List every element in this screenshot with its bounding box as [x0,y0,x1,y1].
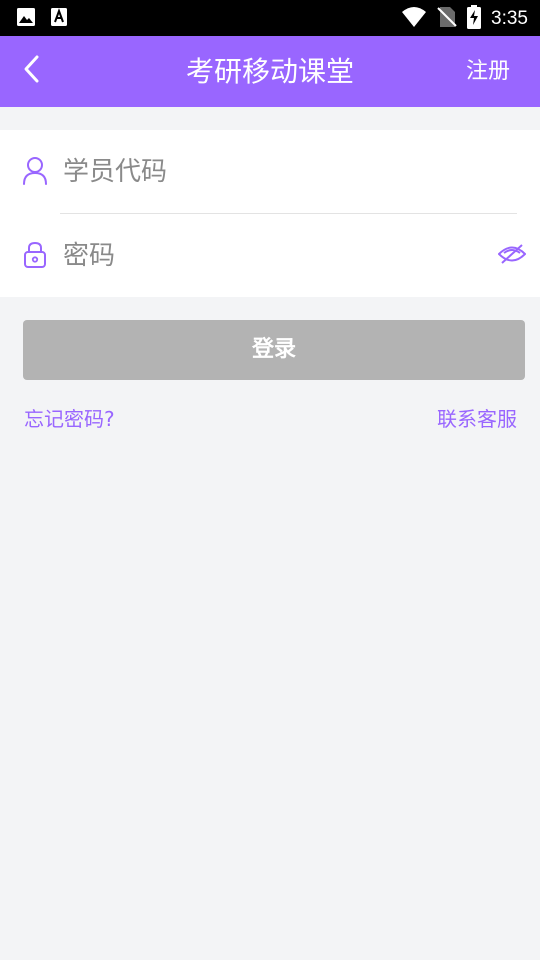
student-code-row [0,130,540,214]
eye-hidden-icon[interactable] [497,242,527,266]
student-code-input[interactable] [63,150,463,194]
user-icon [22,156,48,186]
forgot-password-link[interactable]: 忘记密码? [24,404,115,434]
register-button[interactable]: 注册 [466,36,510,107]
app-bar: 考研移动课堂 注册 [0,36,540,107]
chevron-left-icon [22,54,42,88]
font-icon [50,7,68,31]
lock-icon [22,240,48,270]
contact-service-link[interactable]: 联系客服 [437,404,517,434]
password-row [0,214,540,297]
login-form [0,130,540,297]
wifi-icon [401,6,427,32]
battery-charging-icon [467,5,482,33]
no-sim-icon [437,6,457,32]
image-icon [16,7,36,31]
back-button[interactable] [12,48,52,94]
status-time: 3:35 [491,8,528,29]
password-input[interactable] [63,234,463,278]
login-button[interactable]: 登录 [23,320,525,380]
status-bar: 3:35 [0,0,540,36]
page-title: 考研移动课堂 [185,55,354,88]
